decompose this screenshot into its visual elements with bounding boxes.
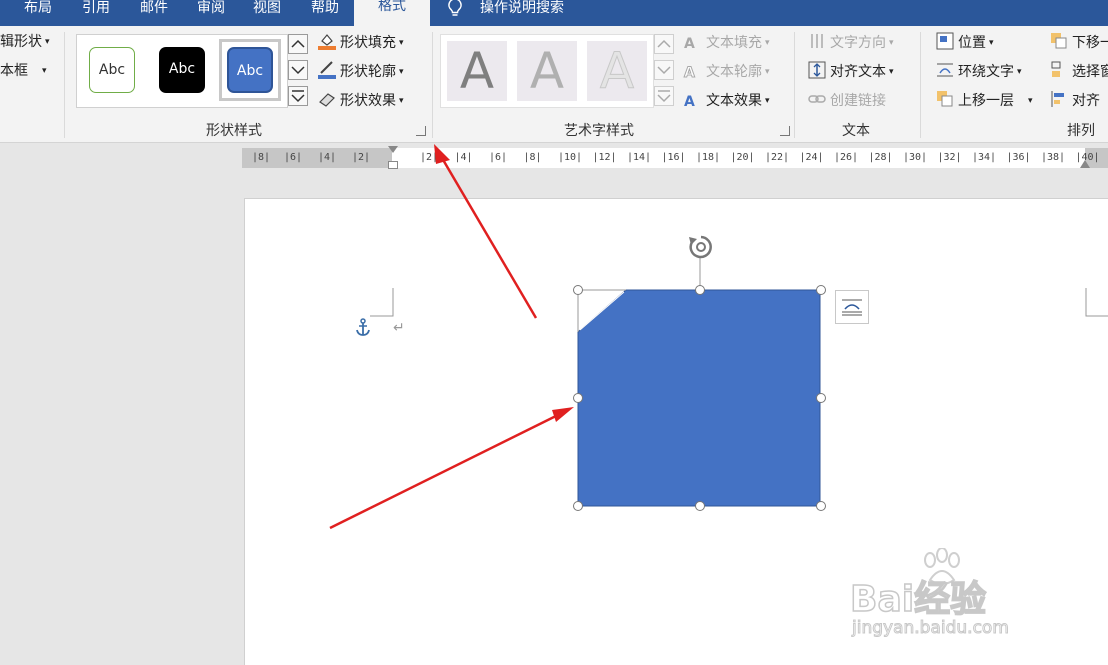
watermark-url: jingyan.baidu.com (852, 618, 1010, 639)
arrow-head-right (552, 407, 574, 422)
baidu-watermark: Bai经验 jingyan.baidu.com (849, 548, 1050, 646)
watermark-brand: Bai经验 (849, 578, 987, 621)
arrow-head-up (434, 144, 450, 164)
